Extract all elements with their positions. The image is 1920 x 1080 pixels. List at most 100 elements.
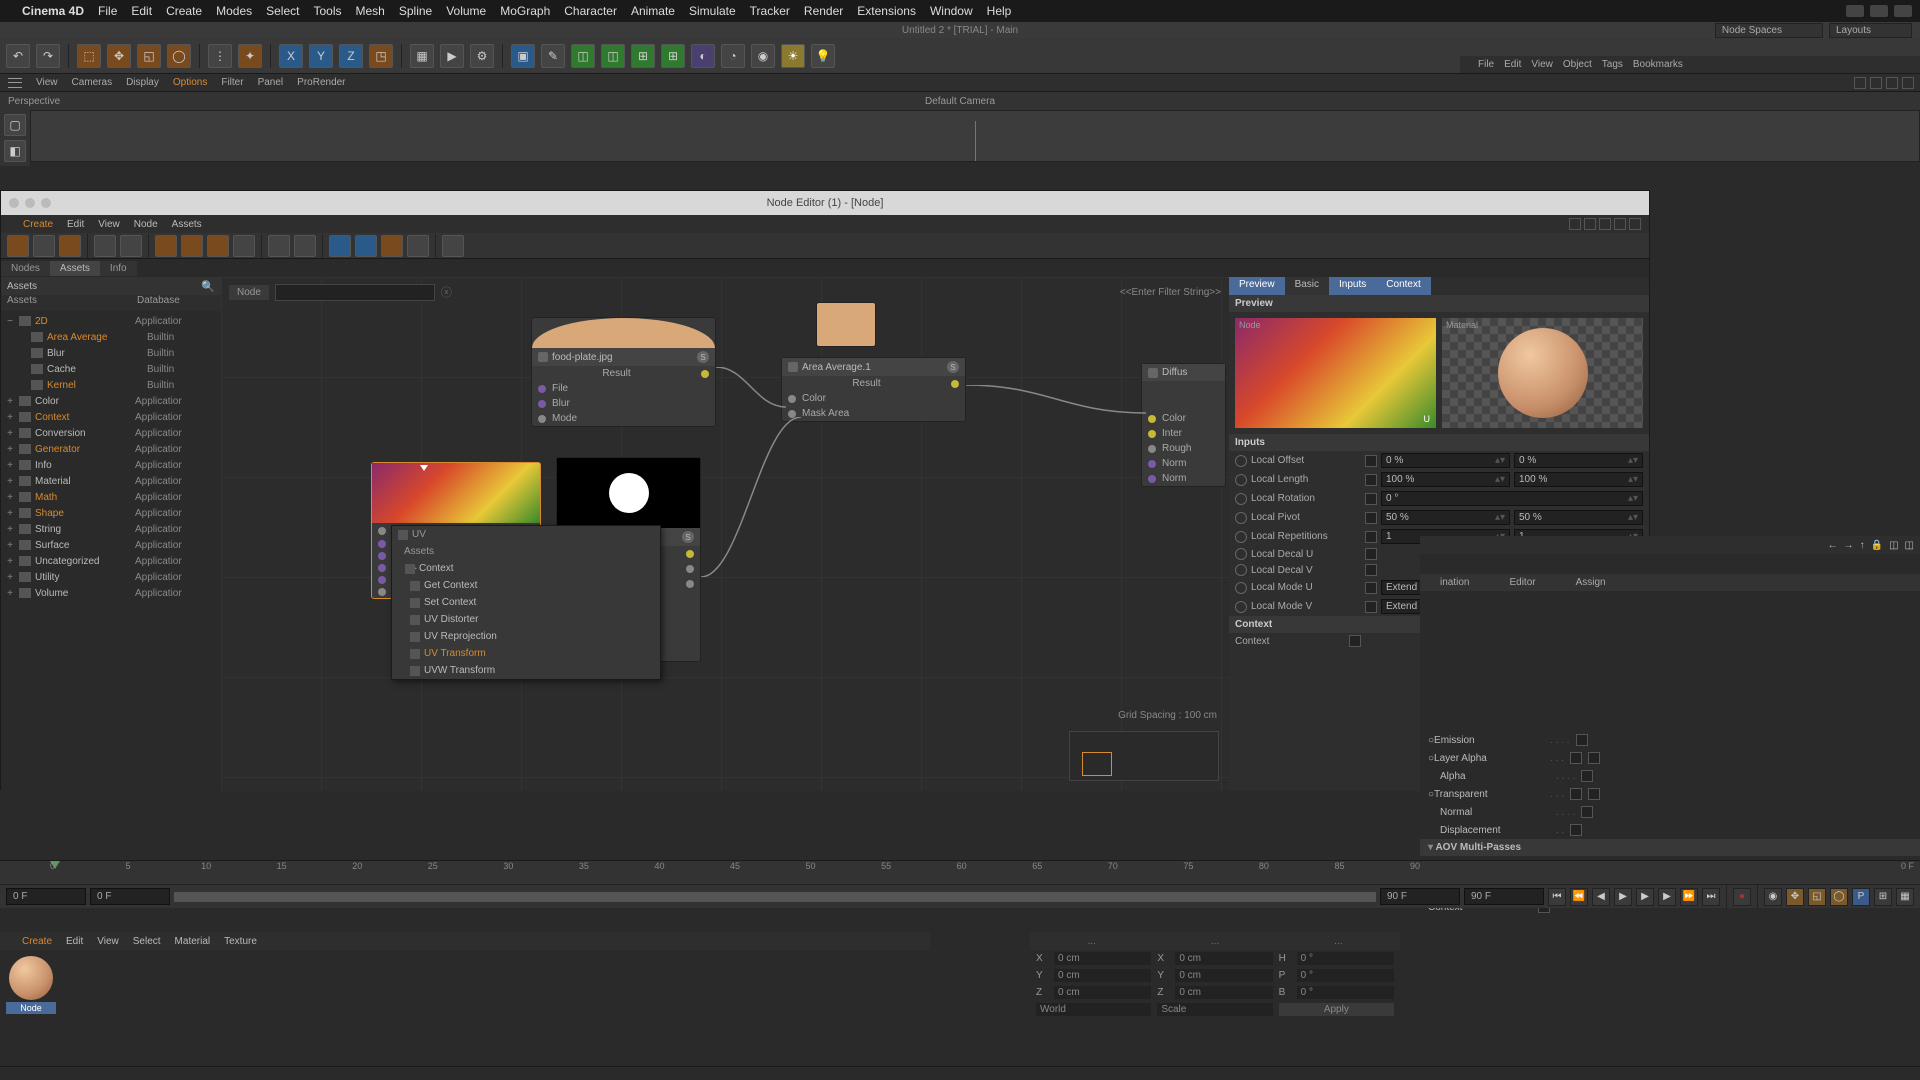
popup-item[interactable]: Get Context	[424, 580, 477, 591]
timeline-ruler[interactable]: 0510152025303540455055606570758085900 F	[0, 860, 1920, 884]
solo-icon[interactable]: S	[697, 351, 709, 363]
port-radio[interactable]	[1235, 548, 1247, 560]
input-port[interactable]	[1148, 445, 1156, 453]
nav-up-icon[interactable]: ↑	[1860, 540, 1865, 551]
canvas-crumb[interactable]: Node	[229, 285, 269, 300]
size-field[interactable]: 0 cm	[1175, 969, 1272, 982]
ne-tool-icon[interactable]	[355, 235, 377, 257]
output-port[interactable]	[951, 380, 959, 388]
popup-item[interactable]: Set Context	[424, 597, 476, 608]
om-file[interactable]: File	[1478, 59, 1494, 70]
nav-back-icon[interactable]: ←	[1828, 540, 1838, 551]
node-canvas[interactable]: Node ⓧ <<Enter Filter String>> food-plat…	[221, 277, 1229, 791]
value-field[interactable]: 0 °▴▾	[1381, 491, 1643, 506]
menu-window[interactable]: Window	[930, 4, 973, 18]
tree-row[interactable]: +VolumeApplicatior	[1, 585, 221, 601]
node-spaces-dropdown[interactable]: Node Spaces	[1715, 23, 1823, 38]
zoom-icon[interactable]	[41, 198, 51, 208]
x-lock-icon[interactable]: X	[279, 44, 303, 68]
menu-edit[interactable]: Edit	[131, 4, 152, 18]
port-radio[interactable]	[1235, 455, 1247, 467]
ne-tool-icon[interactable]	[59, 235, 81, 257]
move-tool-icon[interactable]: ✥	[107, 44, 131, 68]
port-radio[interactable]	[1235, 493, 1247, 505]
mat-menu-create[interactable]: Create	[22, 936, 52, 947]
output-port[interactable]	[686, 550, 694, 558]
ne-tool-icon[interactable]	[233, 235, 255, 257]
tab-assets[interactable]: Assets	[50, 261, 100, 276]
ne-tool-icon[interactable]	[33, 235, 55, 257]
ne-menu-view[interactable]: View	[98, 219, 120, 230]
render-pv-icon[interactable]: ▶	[440, 44, 464, 68]
om-object[interactable]: Object	[1563, 59, 1592, 70]
size-field[interactable]: 0 cm	[1175, 952, 1272, 965]
mat-menu-texture[interactable]: Texture	[224, 936, 257, 947]
generator2-icon[interactable]: ◫	[601, 44, 625, 68]
minimap-view[interactable]	[1082, 752, 1112, 776]
vp-nav-icon[interactable]	[1886, 77, 1898, 89]
ne-tool-icon[interactable]	[155, 235, 177, 257]
undo-icon[interactable]: ↶	[6, 44, 30, 68]
next-frame-icon[interactable]: ▶	[1658, 888, 1676, 906]
checkbox[interactable]	[1581, 770, 1593, 782]
mat-menu-edit[interactable]: Edit	[66, 936, 83, 947]
vp-menu-filter[interactable]: Filter	[221, 77, 243, 88]
port-radio[interactable]	[1235, 512, 1247, 524]
viewport[interactable]	[30, 110, 1920, 162]
environment-icon[interactable]: ◔	[721, 44, 745, 68]
om-bookmarks[interactable]: Bookmarks	[1633, 59, 1683, 70]
axis-icon[interactable]: ✦	[238, 44, 262, 68]
ne-tool-icon[interactable]	[381, 235, 403, 257]
range-start-field[interactable]: 0 F	[6, 888, 86, 905]
node-area-average[interactable]: Area Average.1S Result Color Mask Area	[781, 357, 966, 422]
rot-field[interactable]: 0 °	[1297, 952, 1394, 965]
world-dropdown[interactable]: World	[1036, 1003, 1151, 1016]
pos-field[interactable]: 0 cm	[1054, 952, 1151, 965]
tree-row[interactable]: +UncategorizedApplicatior	[1, 553, 221, 569]
menu-file[interactable]: File	[98, 4, 117, 18]
input-port[interactable]	[378, 576, 386, 584]
vp-nav-icon[interactable]	[1902, 77, 1914, 89]
y-lock-icon[interactable]: Y	[309, 44, 333, 68]
solo-icon[interactable]: S	[947, 361, 959, 373]
mode-icon[interactable]: ◫	[1889, 540, 1898, 551]
ne-menu-assets[interactable]: Assets	[172, 219, 202, 230]
tree-row[interactable]: +UtilityApplicatior	[1, 569, 221, 585]
tab-inputs[interactable]: Inputs	[1329, 277, 1376, 295]
deformer-icon[interactable]: ◐	[691, 44, 715, 68]
port-radio[interactable]	[1235, 531, 1247, 543]
popup-folder[interactable]: Context	[419, 563, 453, 574]
vp-nav-icon[interactable]	[1870, 77, 1882, 89]
value-field[interactable]: 100 %▴▾	[1381, 472, 1510, 487]
context-checkbox[interactable]	[1349, 635, 1361, 647]
checkbox[interactable]	[1365, 455, 1377, 467]
menu-animate[interactable]: Animate	[631, 4, 675, 18]
node-diffuse[interactable]: Diffus Color Inter Rough Norm Norm	[1141, 363, 1226, 487]
menu-mesh[interactable]: Mesh	[356, 4, 385, 18]
input-port[interactable]	[788, 410, 796, 418]
popup-item[interactable]: UV Distorter	[424, 614, 478, 625]
clear-icon[interactable]: ⓧ	[441, 284, 452, 300]
tab-combination[interactable]: ination	[1420, 574, 1489, 591]
cloner-icon[interactable]: ⊞	[631, 44, 655, 68]
goto-end-icon[interactable]: ⏭	[1702, 888, 1720, 906]
size-field[interactable]: 0 cm	[1175, 986, 1272, 999]
menu-create[interactable]: Create	[166, 4, 202, 18]
menu-character[interactable]: Character	[564, 4, 617, 18]
record-icon[interactable]: ●	[1733, 888, 1751, 906]
ne-tool-icon[interactable]	[120, 235, 142, 257]
goto-start-icon[interactable]: ⏮	[1548, 888, 1566, 906]
ne-tool-icon[interactable]	[181, 235, 203, 257]
tree-row[interactable]: +InfoApplicatior	[1, 457, 221, 473]
checkbox[interactable]	[1588, 788, 1600, 800]
checkbox[interactable]	[1576, 734, 1588, 746]
vp-menu-options[interactable]: Options	[173, 77, 207, 88]
assets-tree[interactable]: −2DApplicatiorArea AverageBuiltinBlurBui…	[1, 311, 221, 791]
om-view[interactable]: View	[1531, 59, 1553, 70]
ne-menu-node[interactable]: Node	[134, 219, 158, 230]
node-swatch[interactable]	[816, 302, 876, 347]
render-settings-icon[interactable]: ⚙	[470, 44, 494, 68]
recent-tool-icon[interactable]: ⋮	[208, 44, 232, 68]
port-radio[interactable]	[1235, 474, 1247, 486]
menu-help[interactable]: Help	[987, 4, 1012, 18]
